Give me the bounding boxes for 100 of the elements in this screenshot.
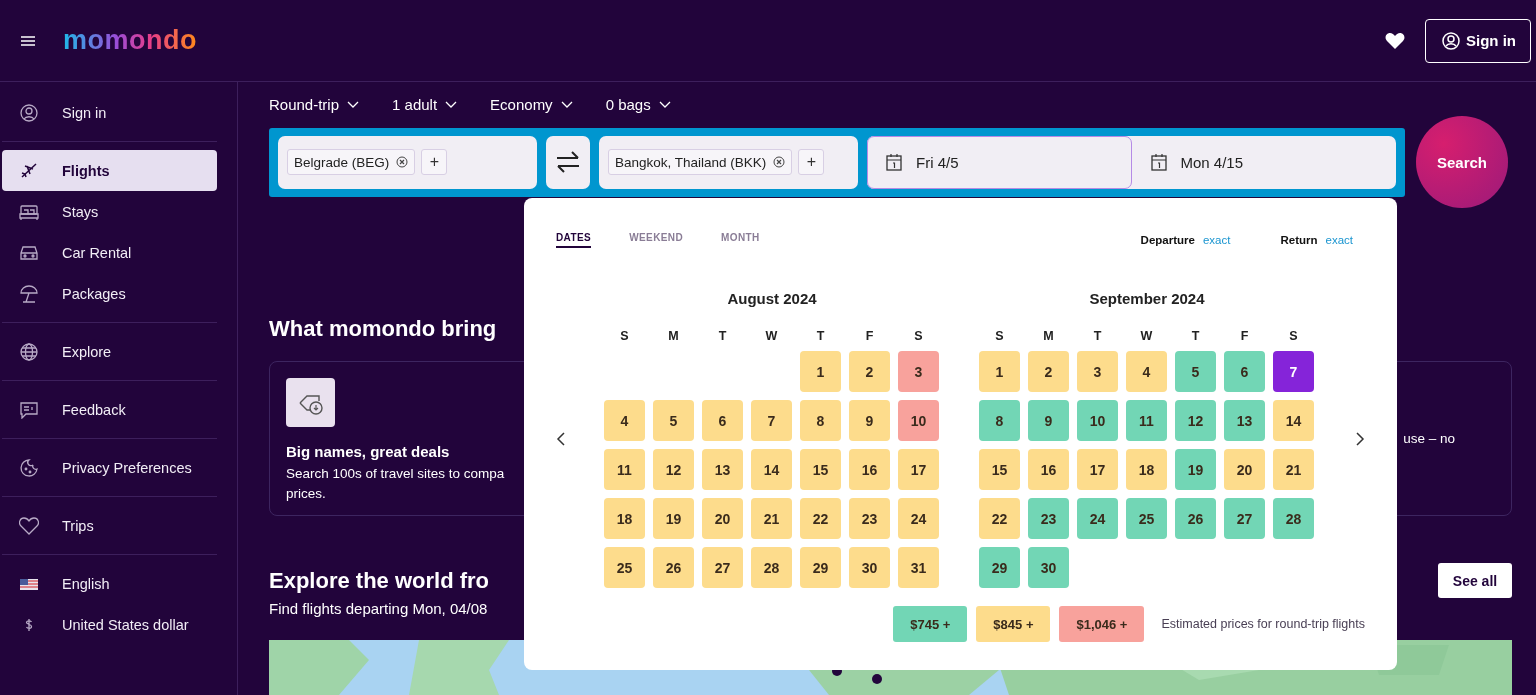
calendar-day[interactable]: 16: [1028, 449, 1069, 490]
calendar-day[interactable]: 26: [653, 547, 694, 588]
calendar-day[interactable]: 30: [849, 547, 890, 588]
weekday-label: M: [667, 329, 680, 343]
calendar-day[interactable]: 14: [1273, 400, 1314, 441]
sign-in-button[interactable]: Sign in: [1425, 18, 1531, 63]
departure-date-field[interactable]: Fri 4/5: [867, 135, 1132, 189]
sidebar-item[interactable]: Privacy Preferences: [2, 447, 217, 488]
next-month-icon[interactable]: [1355, 431, 1365, 447]
calendar-day[interactable]: 22: [800, 498, 841, 539]
calendar-day[interactable]: 7: [1273, 351, 1314, 392]
calendar-day[interactable]: 19: [1175, 449, 1216, 490]
calendar-day[interactable]: 29: [800, 547, 841, 588]
calendar-day[interactable]: 7: [751, 400, 792, 441]
calendar-day[interactable]: 3: [1077, 351, 1118, 392]
sidebar-item[interactable]: Feedback: [2, 389, 217, 430]
calendar-day[interactable]: 13: [702, 449, 743, 490]
calendar-day[interactable]: 18: [1126, 449, 1167, 490]
calendar-day[interactable]: 13: [1224, 400, 1265, 441]
calendar-day[interactable]: 9: [849, 400, 890, 441]
trip-option-dropdown[interactable]: Economy: [490, 95, 573, 113]
remove-icon[interactable]: [396, 156, 409, 168]
date-mode-tab[interactable]: MONTH: [721, 232, 760, 248]
calendar-day[interactable]: 2: [849, 351, 890, 392]
calendar-day[interactable]: 27: [702, 547, 743, 588]
calendar-day[interactable]: 10: [1077, 400, 1118, 441]
calendar-day[interactable]: 17: [1077, 449, 1118, 490]
remove-icon[interactable]: [773, 156, 786, 168]
feature-text: use – no: [1403, 431, 1456, 446]
sidebar-item[interactable]: Car Rental: [2, 232, 217, 273]
search-button[interactable]: Search: [1416, 116, 1508, 208]
calendar-day[interactable]: 16: [849, 449, 890, 490]
calendar-day[interactable]: 5: [653, 400, 694, 441]
destination-field[interactable]: Bangkok, Thailand (BKK) +: [599, 135, 858, 189]
calendar-day[interactable]: 24: [898, 498, 939, 539]
calendar-day[interactable]: 15: [979, 449, 1020, 490]
calendar-day[interactable]: 20: [702, 498, 743, 539]
weekday-label: F: [864, 329, 875, 343]
calendar-day[interactable]: 31: [898, 547, 939, 588]
calendar-day[interactable]: 28: [1273, 498, 1314, 539]
swap-button[interactable]: [546, 135, 590, 189]
calendar-day[interactable]: 14: [751, 449, 792, 490]
calendar-day[interactable]: 21: [1273, 449, 1314, 490]
calendar-day[interactable]: 21: [751, 498, 792, 539]
sidebar-item[interactable]: English: [2, 563, 217, 604]
add-destination-button[interactable]: +: [798, 149, 825, 175]
origin-field[interactable]: Belgrade (BEG) +: [278, 135, 537, 189]
calendar-day[interactable]: 11: [604, 449, 645, 490]
sidebar-item[interactable]: Packages: [2, 273, 217, 314]
calendar-day[interactable]: 11: [1126, 400, 1167, 441]
calendar-day[interactable]: 18: [604, 498, 645, 539]
sidebar-item[interactable]: Trips: [2, 505, 217, 546]
menu-icon[interactable]: [21, 35, 35, 46]
heart-icon[interactable]: [1385, 31, 1405, 50]
sidebar-item[interactable]: Flights: [2, 150, 217, 191]
calendar-day[interactable]: 20: [1224, 449, 1265, 490]
calendar-day[interactable]: 25: [1126, 498, 1167, 539]
trip-option-dropdown[interactable]: Round-trip: [269, 95, 360, 113]
calendar-day[interactable]: 25: [604, 547, 645, 588]
calendar-day[interactable]: 12: [653, 449, 694, 490]
trip-option-dropdown[interactable]: 1 adult: [392, 95, 458, 113]
calendar-day[interactable]: 28: [751, 547, 792, 588]
calendar-day[interactable]: 9: [1028, 400, 1069, 441]
calendar-day[interactable]: 8: [800, 400, 841, 441]
calendar-day[interactable]: 27: [1224, 498, 1265, 539]
see-all-button[interactable]: See all: [1438, 563, 1512, 598]
calendar-day[interactable]: 6: [1224, 351, 1265, 392]
sidebar-item[interactable]: United States dollar: [2, 604, 217, 645]
calendar-day[interactable]: 1: [979, 351, 1020, 392]
calendar-day[interactable]: 19: [653, 498, 694, 539]
calendar-day[interactable]: 23: [849, 498, 890, 539]
sidebar-item[interactable]: Stays: [2, 191, 217, 232]
calendar-day[interactable]: 30: [1028, 547, 1069, 588]
add-origin-button[interactable]: +: [421, 149, 448, 175]
sidebar-item[interactable]: Sign in: [2, 92, 217, 133]
calendar-day[interactable]: 1: [800, 351, 841, 392]
sidebar-item[interactable]: Explore: [2, 331, 217, 372]
calendar-day[interactable]: 6: [702, 400, 743, 441]
calendar-day[interactable]: 4: [604, 400, 645, 441]
calendar-day[interactable]: 4: [1126, 351, 1167, 392]
return-date-field[interactable]: Mon 4/15: [1131, 135, 1396, 189]
calendar-day[interactable]: 10: [898, 400, 939, 441]
calendar-day[interactable]: 8: [979, 400, 1020, 441]
calendar-day[interactable]: 17: [898, 449, 939, 490]
calendar-day[interactable]: 22: [979, 498, 1020, 539]
calendar-day[interactable]: 15: [800, 449, 841, 490]
calendar-day[interactable]: 3: [898, 351, 939, 392]
calendar-day[interactable]: 5: [1175, 351, 1216, 392]
previous-month-icon[interactable]: [556, 431, 566, 447]
flex-option-link[interactable]: exact: [1325, 234, 1353, 246]
calendar-day[interactable]: 26: [1175, 498, 1216, 539]
date-mode-tab[interactable]: DATES: [556, 232, 592, 248]
calendar-day[interactable]: 12: [1175, 400, 1216, 441]
calendar-day[interactable]: 2: [1028, 351, 1069, 392]
flex-option-link[interactable]: exact: [1202, 234, 1231, 246]
trip-option-dropdown[interactable]: 0 bags: [605, 95, 671, 113]
date-mode-tab[interactable]: WEEKEND: [629, 232, 684, 248]
calendar-day[interactable]: 29: [979, 547, 1020, 588]
calendar-day[interactable]: 23: [1028, 498, 1069, 539]
calendar-day[interactable]: 24: [1077, 498, 1118, 539]
